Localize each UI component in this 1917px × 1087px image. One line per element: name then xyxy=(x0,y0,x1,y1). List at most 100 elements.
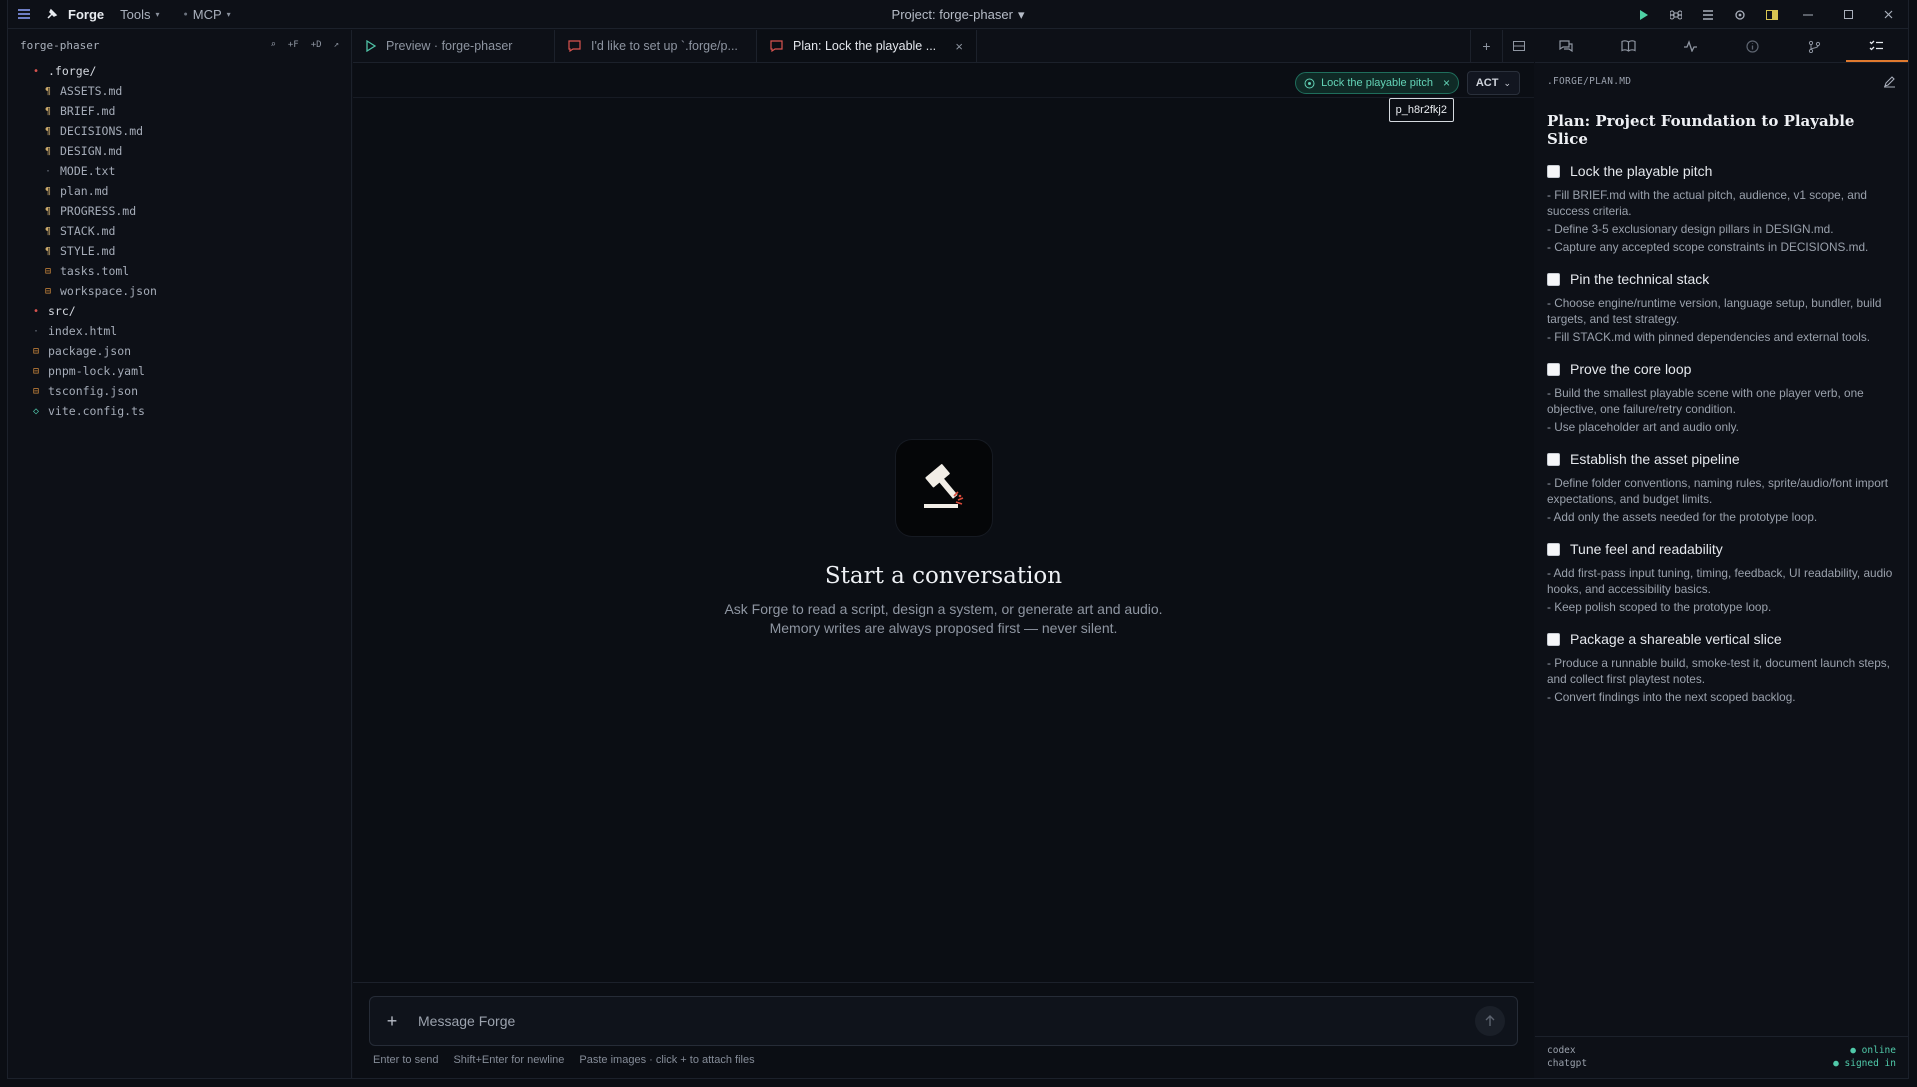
app-brand: Forge xyxy=(68,6,105,22)
step-checkbox[interactable] xyxy=(1547,632,1560,646)
collapse-all-icon[interactable]: ↗ xyxy=(334,40,339,50)
plan-file-header: .FORGE/PLAN.MD xyxy=(1535,63,1908,99)
tree-file[interactable]: ⊟ tasks.toml xyxy=(8,261,351,281)
minimize-icon[interactable] xyxy=(1788,0,1828,29)
editor-tabs: Preview · forge-phaser I'd like to set u… xyxy=(353,30,1534,63)
tree-item-label: package.json xyxy=(48,344,132,358)
tree-file[interactable]: · MODE.txt xyxy=(8,161,351,181)
tab-docs-book-icon[interactable] xyxy=(1597,30,1659,62)
plan-step-header: Lock the playable pitch xyxy=(1547,163,1896,179)
attach-plus-icon[interactable]: + xyxy=(382,1011,402,1032)
tree-file[interactable]: ⊟ tsconfig.json xyxy=(8,381,351,401)
step-checkbox[interactable] xyxy=(1547,542,1560,556)
plan-step-header: Package a shareable vertical slice xyxy=(1547,631,1896,647)
tree-item-label: ASSETS.md xyxy=(60,84,123,98)
tree-file[interactable]: ¶ DECISIONS.md xyxy=(8,121,351,141)
tab-info-icon[interactable] xyxy=(1722,30,1784,62)
project-switcher[interactable]: Project: forge-phaser ▾ xyxy=(892,7,1025,23)
tools-menu[interactable]: Tools ▾ xyxy=(120,7,159,22)
tree-file[interactable]: ⊟ pnpm-lock.yaml xyxy=(8,361,351,381)
run-play-icon[interactable] xyxy=(1628,0,1660,29)
tree-file[interactable]: ¶ BRIEF.md xyxy=(8,101,351,121)
step-title: Pin the technical stack xyxy=(1570,271,1710,287)
new-tab-plus-icon[interactable]: + xyxy=(1470,30,1502,62)
command-icon[interactable] xyxy=(1660,0,1692,29)
tree-folder[interactable]: • src/ xyxy=(8,301,351,321)
tree-folder[interactable]: • .forge/ xyxy=(8,61,351,81)
tab-label: Preview · forge-phaser xyxy=(386,39,513,53)
tree-file[interactable]: ¶ STYLE.md xyxy=(8,241,351,261)
side-panel-tabs xyxy=(1535,30,1909,63)
send-button[interactable] xyxy=(1475,1006,1505,1036)
md-file-icon: ¶ xyxy=(44,245,52,257)
tree-item-label: STACK.md xyxy=(60,224,116,238)
layers-icon[interactable] xyxy=(1692,0,1724,29)
step-detail: - Capture any accepted scope constraints… xyxy=(1547,240,1869,254)
tree-file[interactable]: ¶ DESIGN.md xyxy=(8,141,351,161)
tree-file[interactable]: ¶ plan.md xyxy=(8,181,351,201)
close-tab-icon[interactable]: × xyxy=(955,39,963,54)
new-folder-button[interactable]: +D xyxy=(311,40,322,50)
tree-file[interactable]: ¶ ASSETS.md xyxy=(8,81,351,101)
plan-file-path: .FORGE/PLAN.MD xyxy=(1547,75,1632,87)
maximize-icon[interactable] xyxy=(1828,0,1868,29)
step-detail: - Build the smallest playable scene with… xyxy=(1547,386,1864,416)
plan-step: Establish the asset pipeline - Define fol… xyxy=(1547,451,1896,525)
close-window-icon[interactable] xyxy=(1868,0,1908,29)
agent-name: codex xyxy=(1547,1045,1576,1056)
md-file-icon: ¶ xyxy=(44,205,52,217)
step-checkbox[interactable] xyxy=(1547,164,1560,178)
tree-item-label: MODE.txt xyxy=(60,164,116,178)
file-explorer-sidebar: forge-phaser ⌕ +F +D ↗ • .forge/ ¶ ASSETS.m… xyxy=(8,30,352,1078)
tree-item-label: workspace.json xyxy=(60,284,157,298)
tree-file[interactable]: ¶ STACK.md xyxy=(8,221,351,241)
target-icon xyxy=(1304,78,1315,88)
tab-chat-setup[interactable]: I'd like to set up `.forge/p... xyxy=(555,30,757,62)
tree-file[interactable]: ⊟ package.json xyxy=(8,341,351,361)
settings-gear-icon[interactable] xyxy=(1724,0,1756,29)
message-input[interactable]: Message Forge xyxy=(418,1013,1475,1029)
plan-step: Package a shareable vertical slice - Prod… xyxy=(1547,631,1896,705)
remove-task-icon[interactable]: × xyxy=(1443,76,1450,90)
tree-item-label: plan.md xyxy=(60,184,109,198)
tab-git-branch-icon[interactable] xyxy=(1784,30,1846,62)
mode-select[interactable]: ACT ⌄ xyxy=(1466,71,1520,95)
step-detail: - Use placeholder art and audio only. xyxy=(1547,420,1739,434)
new-file-button[interactable]: +F xyxy=(288,40,299,50)
folder-icon: • xyxy=(32,305,40,317)
hint-newline: Shift+Enter for newline xyxy=(453,1054,565,1066)
txt-file-icon: · xyxy=(44,165,52,177)
split-view-icon[interactable] xyxy=(1502,30,1534,62)
tree-file[interactable]: ⊟ workspace.json xyxy=(8,281,351,301)
step-checkbox[interactable] xyxy=(1547,362,1560,376)
linked-task-pill[interactable]: Lock the playable pitch × xyxy=(1295,72,1459,94)
step-checkbox[interactable] xyxy=(1547,452,1560,466)
panel-toggle-icon[interactable] xyxy=(1756,0,1788,29)
arrow-up-icon xyxy=(1485,1015,1495,1026)
step-title: Prove the core loop xyxy=(1570,361,1692,377)
tab-preview[interactable]: Preview · forge-phaser xyxy=(353,30,555,62)
mcp-menu[interactable]: ● MCP ▾ xyxy=(184,7,231,22)
forge-app-window: Forge Tools ▾ ● MCP ▾ Project: forge-phaser… xyxy=(7,0,1909,1079)
tab-plan-checklist-icon[interactable] xyxy=(1845,30,1909,62)
tree-item-label: STYLE.md xyxy=(60,244,116,258)
tab-plan-active[interactable]: Plan: Lock the playable ... × xyxy=(757,30,977,62)
hamburger-menu-icon[interactable] xyxy=(18,9,36,19)
tree-file[interactable]: · index.html xyxy=(8,321,351,341)
plan-step-header: Pin the technical stack xyxy=(1547,271,1896,287)
tab-conversations-icon[interactable] xyxy=(1535,30,1597,62)
mode-label: ACT xyxy=(1475,77,1499,89)
linked-task-label: Lock the playable pitch xyxy=(1321,77,1433,89)
step-checkbox[interactable] xyxy=(1547,272,1560,286)
plan-heading: Plan: Project Foundation to Playable Sli… xyxy=(1547,112,1855,148)
tree-file[interactable]: ¶ PROGRESS.md xyxy=(8,201,351,221)
plan-step: Lock the playable pitch - Fill BRIEF.md w… xyxy=(1547,163,1896,255)
caret-down-icon: ▾ xyxy=(1017,6,1025,22)
search-files-icon[interactable]: ⌕ xyxy=(270,40,275,50)
tab-activity-icon[interactable] xyxy=(1659,30,1721,62)
agent-status: ● online xyxy=(1850,1045,1896,1056)
explorer-header: forge-phaser ⌕ +F +D ↗ xyxy=(8,30,351,60)
edit-pencil-icon[interactable] xyxy=(1883,75,1896,88)
tree-file[interactable]: ◇ vite.config.ts xyxy=(8,401,351,421)
status-dot-icon: ● xyxy=(183,10,188,18)
